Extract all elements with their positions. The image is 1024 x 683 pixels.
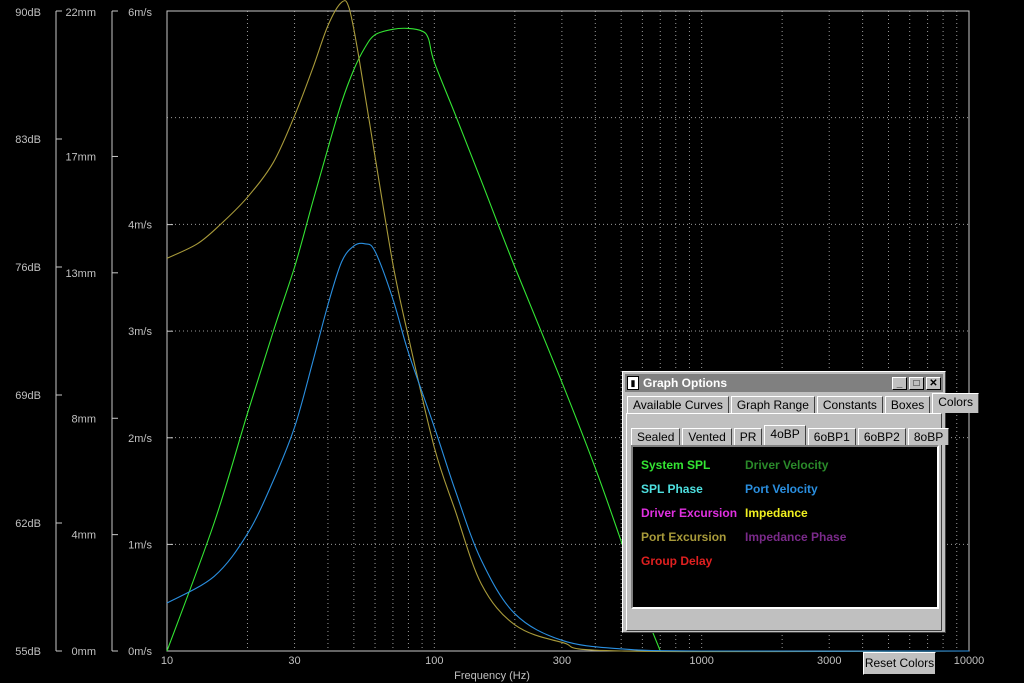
y-tick-label: 1m/s <box>128 539 152 551</box>
y-tick-label: 0mm <box>72 646 96 658</box>
reset-colors-button[interactable]: Reset Colors <box>863 652 936 675</box>
y-tick-label: 76dB <box>15 262 41 274</box>
subtab-8obp[interactable]: 8oBP <box>907 428 950 445</box>
x-tick-label: 1000 <box>689 655 713 667</box>
y-tick-label: 62dB <box>15 518 41 530</box>
x-tick-label: 10000 <box>954 655 985 667</box>
y-tick-label: 17mm <box>65 151 96 163</box>
y-tick-label: 3m/s <box>128 326 152 338</box>
color-option-impedance-phase[interactable]: Impedance Phase <box>745 530 846 544</box>
x-tick-label: 300 <box>553 655 571 667</box>
color-option-spl-phase[interactable]: SPL Phase <box>641 482 703 496</box>
maximize-button[interactable]: □ <box>909 376 924 390</box>
tab-colors[interactable]: Colors <box>932 393 979 413</box>
tab-boxes[interactable]: Boxes <box>884 396 931 413</box>
subtab-4obp[interactable]: 4oBP <box>764 425 806 445</box>
subtab-6obp1[interactable]: 6oBP1 <box>807 428 856 445</box>
close-button[interactable]: ✕ <box>926 376 941 390</box>
y-tick-label: 6m/s <box>128 7 152 19</box>
y-tick-label: 22mm <box>65 7 96 19</box>
window-title: Graph Options <box>643 376 727 390</box>
color-option-impedance[interactable]: Impedance <box>745 506 808 520</box>
subtab-sealed[interactable]: Sealed <box>631 428 681 445</box>
y-tick-label: 0m/s <box>128 646 152 658</box>
color-option-driver-velocity[interactable]: Driver Velocity <box>745 458 828 472</box>
subtab-6obp2[interactable]: 6oBP2 <box>857 428 906 445</box>
graph-options-window: ▮ Graph Options _ □ ✕ Available Curves Gr… <box>622 371 979 675</box>
y-tick-label: 83dB <box>15 134 41 146</box>
tab-constants[interactable]: Constants <box>816 396 883 413</box>
y-tick-label: 55dB <box>15 646 41 658</box>
y-tick-label: 4mm <box>72 530 96 542</box>
x-tick-label: 10 <box>161 655 173 667</box>
x-tick-label: 30 <box>288 655 300 667</box>
y-tick-label: 90dB <box>15 7 41 19</box>
color-option-port-velocity[interactable]: Port Velocity <box>745 482 818 496</box>
minimize-button[interactable]: _ <box>892 376 907 390</box>
app-icon: ▮ <box>627 376 639 390</box>
y-tick-label: 13mm <box>65 268 96 280</box>
subtab-vented[interactable]: Vented <box>682 428 732 445</box>
color-option-group-delay[interactable]: Group Delay <box>641 554 712 568</box>
y-tick-label: 8mm <box>72 413 96 425</box>
y-tick-label: 69dB <box>15 390 41 402</box>
y-tick-label: 2m/s <box>128 433 152 445</box>
x-tick-label: 3000 <box>817 655 841 667</box>
color-option-driver-excursion[interactable]: Driver Excursion <box>641 506 737 520</box>
tab-strip: Available Curves Graph Range Constants Boxe… <box>627 393 981 413</box>
title-bar[interactable]: ▮ Graph Options _ □ ✕ <box>625 374 943 392</box>
series-line-system-spl <box>166 27 661 652</box>
subtab-strip: Sealed Vented PR 4oBP 6oBP1 6oBP2 8oBP <box>631 425 951 445</box>
color-option-system-spl[interactable]: System SPL <box>641 458 710 472</box>
subtab-pr[interactable]: PR <box>733 428 763 445</box>
x-axis-label: Frequency (Hz) <box>454 670 530 682</box>
color-option-port-excursion[interactable]: Port Excursion <box>641 530 726 544</box>
x-tick-label: 100 <box>425 655 443 667</box>
color-list-panel: Reset Colors System SPL SPL Phase Driver E… <box>631 445 939 675</box>
y-tick-label: 4m/s <box>128 220 152 232</box>
tab-available-curves[interactable]: Available Curves <box>627 396 729 413</box>
tab-graph-range[interactable]: Graph Range <box>730 396 815 413</box>
